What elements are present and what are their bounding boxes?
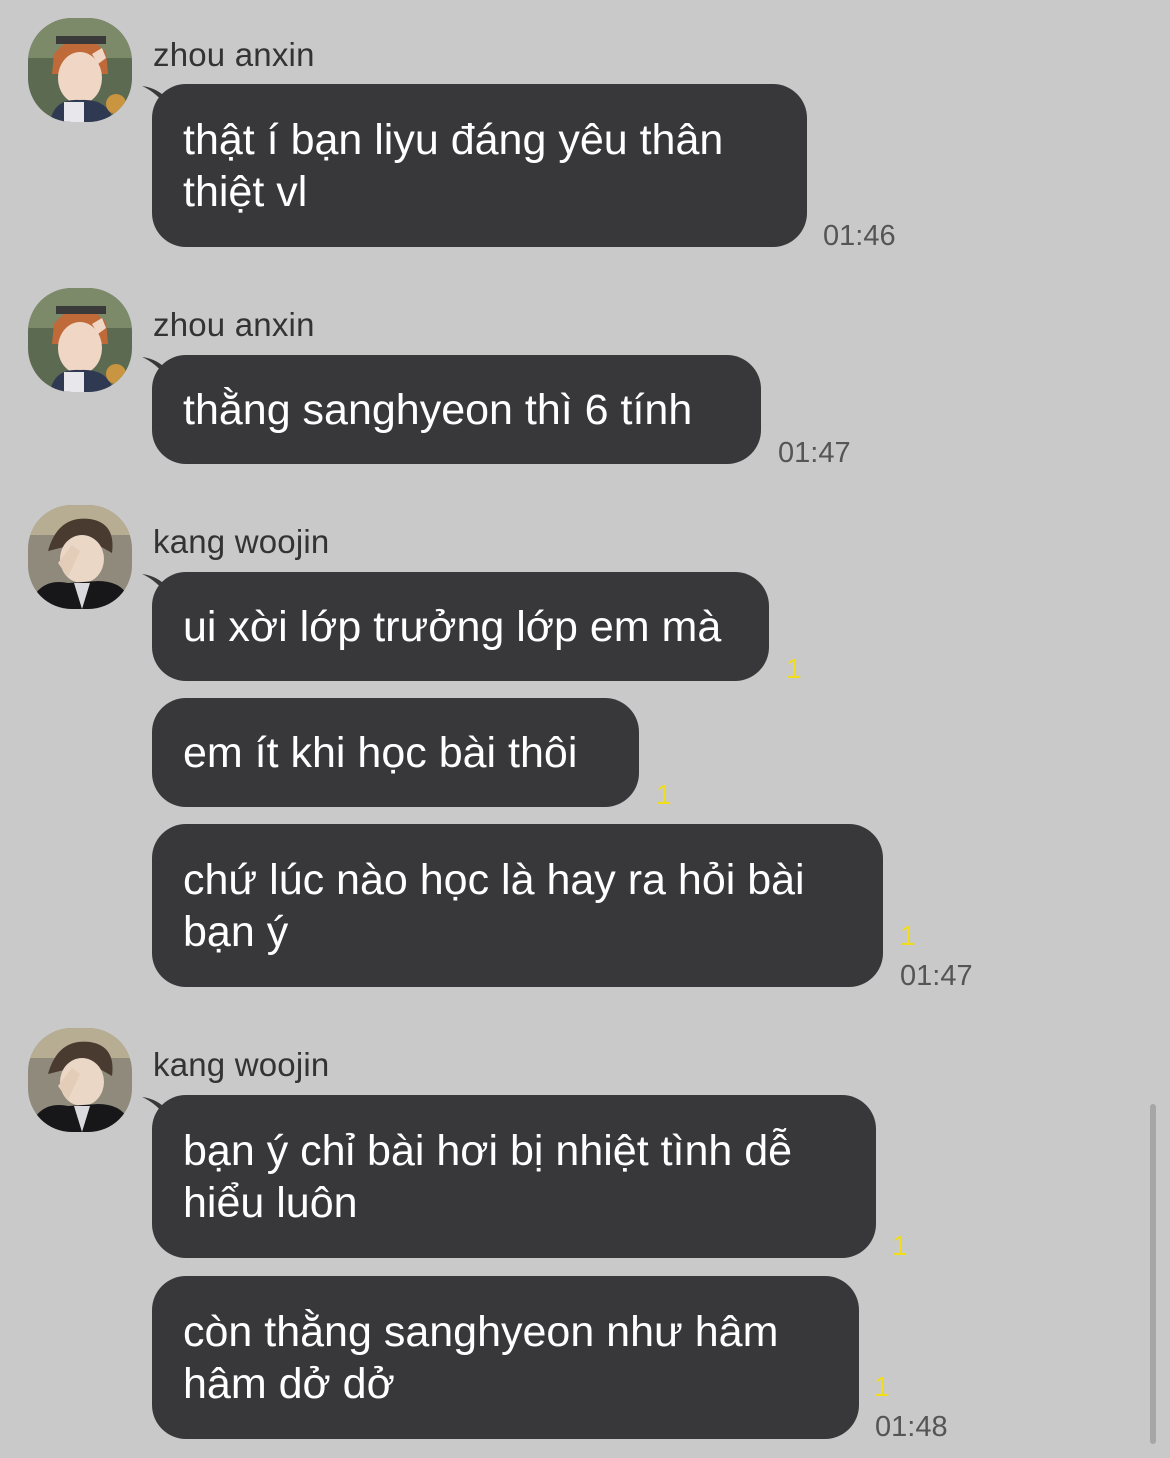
message-timestamp: 01:47 bbox=[900, 960, 973, 992]
sender-name: zhou anxin bbox=[153, 306, 315, 343]
sender-name: kang woojin bbox=[153, 1046, 330, 1083]
message-text-line: bạn ý bbox=[183, 907, 289, 956]
message-text-line: chứ lúc nào học là hay ra hỏi bài bbox=[183, 855, 805, 904]
profile-photo-zhou-anxin-icon bbox=[28, 288, 132, 392]
message-bubble[interactable]: chứ lúc nào học là hay ra hỏi bài bạn ý bbox=[152, 824, 883, 987]
profile-photo-kang-woojin-icon bbox=[28, 1028, 132, 1132]
message-timestamp: 01:48 bbox=[875, 1411, 948, 1443]
sender-name: kang woojin bbox=[153, 523, 330, 560]
profile-photo-zhou-anxin-icon bbox=[28, 18, 132, 122]
unread-count: 1 bbox=[786, 653, 802, 684]
scrollbar[interactable] bbox=[1150, 1104, 1156, 1444]
message-text-line: thằng sanghyeon thì 6 tính bbox=[183, 385, 693, 434]
unread-count: 1 bbox=[874, 1371, 890, 1402]
avatar[interactable] bbox=[28, 288, 132, 392]
message-bubble[interactable]: ui xời lớp trưởng lớp em mà bbox=[152, 572, 769, 681]
message-timestamp: 01:47 bbox=[778, 437, 851, 469]
message-bubble[interactable]: em ít khi học bài thôi bbox=[152, 698, 639, 807]
unread-count: 1 bbox=[656, 779, 672, 810]
chat-message-list[interactable]: zhou anxin thật í bạn liyu đáng yêu thân… bbox=[0, 0, 1170, 1458]
avatar[interactable] bbox=[28, 505, 132, 609]
message-text-line: bạn ý chỉ bài hơi bị nhiệt tình dễ bbox=[183, 1126, 793, 1175]
avatar[interactable] bbox=[28, 1028, 132, 1132]
unread-count: 1 bbox=[900, 920, 916, 951]
message-bubble[interactable]: thằng sanghyeon thì 6 tính bbox=[152, 355, 761, 464]
message-text-line: hâm dở dở bbox=[183, 1359, 395, 1408]
message-text-line: thiệt vl bbox=[183, 167, 308, 216]
sender-name: zhou anxin bbox=[153, 36, 315, 73]
unread-count: 1 bbox=[892, 1230, 908, 1261]
message-timestamp: 01:46 bbox=[823, 220, 896, 252]
message-text-line: hiểu luôn bbox=[183, 1178, 358, 1227]
message-text-line: còn thằng sanghyeon như hâm bbox=[183, 1307, 779, 1356]
message-bubble[interactable]: còn thằng sanghyeon như hâm hâm dở dở bbox=[152, 1276, 859, 1439]
avatar[interactable] bbox=[28, 18, 132, 122]
message-text-line: em ít khi học bài thôi bbox=[183, 728, 578, 777]
message-bubble[interactable]: bạn ý chỉ bài hơi bị nhiệt tình dễ hiểu … bbox=[152, 1095, 876, 1258]
message-text-line: ui xời lớp trưởng lớp em mà bbox=[183, 602, 722, 651]
profile-photo-kang-woojin-icon bbox=[28, 505, 132, 609]
message-text-line: thật í bạn liyu đáng yêu thân bbox=[183, 115, 724, 164]
message-bubble[interactable]: thật í bạn liyu đáng yêu thân thiệt vl bbox=[152, 84, 807, 247]
